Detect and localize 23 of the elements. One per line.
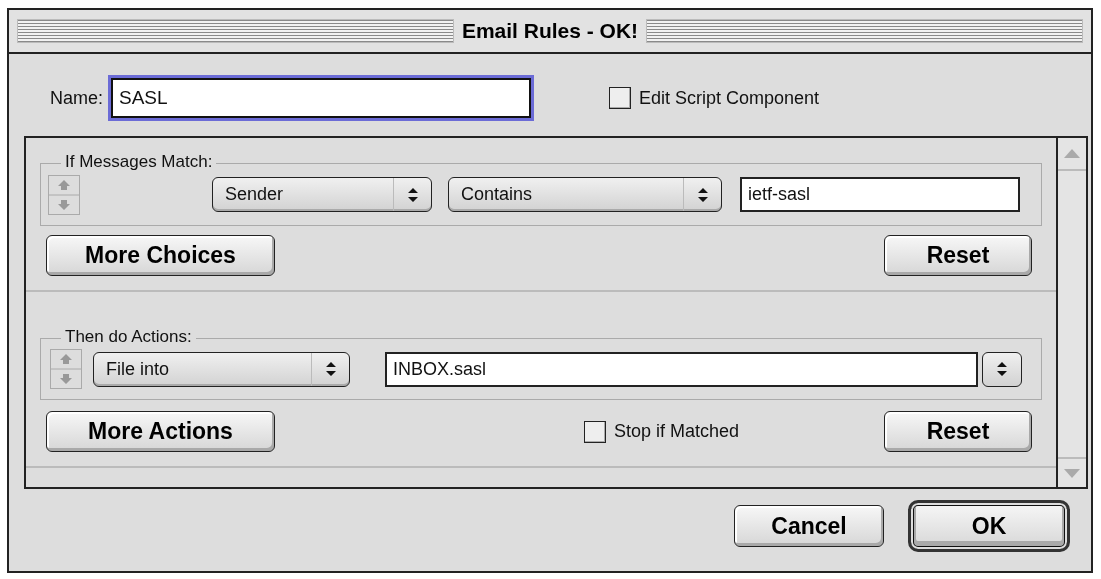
checkbox[interactable] (609, 87, 631, 109)
text-field[interactable]: INBOX.sasl (385, 351, 978, 387)
dialog-button[interactable]: Reset (884, 411, 1032, 452)
name-label: Name: (50, 86, 103, 110)
popup-menu[interactable] (982, 351, 1022, 387)
text-field[interactable]: ietf-sasl (740, 177, 1020, 212)
checkbox[interactable] (584, 420, 606, 443)
updown-arrow-icon (996, 361, 1008, 377)
window-title: Email Rules - OK! (461, 18, 639, 45)
dialog-button[interactable]: Reset (884, 235, 1032, 276)
dialog-button[interactable]: More Choices (46, 235, 275, 276)
dialog-button[interactable]: More Actions (46, 411, 275, 452)
updown-arrow-icon (696, 186, 709, 203)
name-field[interactable]: SASL (111, 78, 531, 118)
dialog-button[interactable]: Cancel (734, 505, 884, 547)
popup-menu[interactable]: File into (93, 351, 350, 387)
popup-menu[interactable]: Sender (212, 177, 432, 212)
dialog-button[interactable]: OK (908, 500, 1070, 552)
checkbox-label: Stop if Matched (614, 420, 740, 443)
popup-menu[interactable]: Contains (448, 177, 722, 212)
updown-arrow-icon (406, 186, 419, 203)
checkbox-label: Edit Script Component (639, 86, 820, 110)
updown-arrow-icon (324, 361, 337, 377)
